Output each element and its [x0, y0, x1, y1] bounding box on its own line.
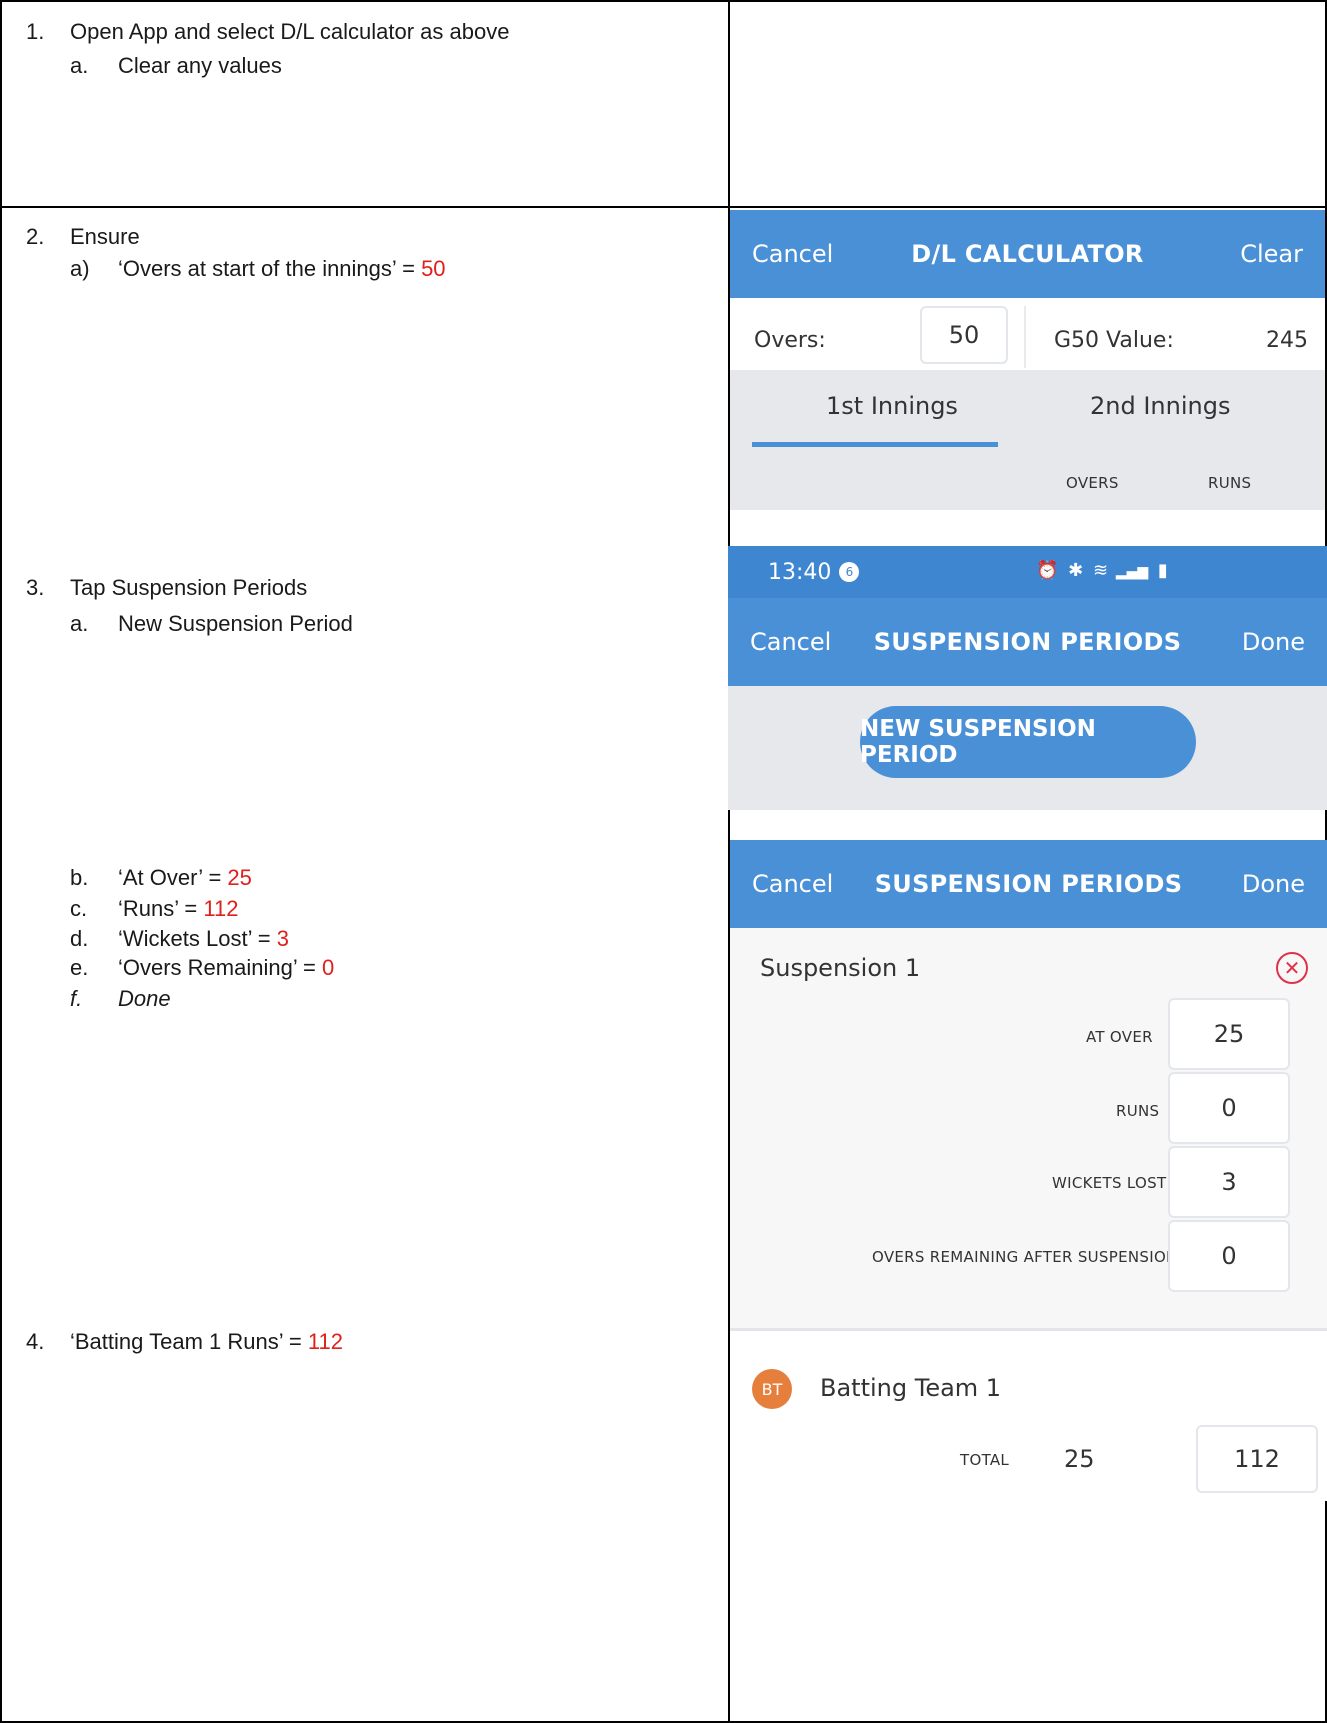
column-runs-label: RUNS — [1208, 474, 1252, 492]
step-2-number: 2. — [26, 224, 45, 249]
step-3f-text: Done — [118, 986, 171, 1011]
total-overs-value: 25 — [1064, 1445, 1095, 1473]
step-3-text: Tap Suspension Periods — [70, 575, 308, 600]
active-tab-indicator — [752, 442, 998, 447]
step-3e-value: 0 — [321, 955, 335, 980]
tab-2nd-innings[interactable]: 2nd Innings — [1090, 392, 1230, 420]
suspension-detail-header: Cancel SUSPENSION PERIODS Done — [730, 840, 1327, 928]
step-3c-letter: c. — [70, 896, 88, 921]
step-3a-text: New Suspension Period — [118, 611, 353, 636]
bluetooth-icon: ✱ — [1068, 560, 1084, 581]
step-2a-text: ‘Overs at start of the innings’ = 50 — [118, 256, 446, 281]
suspension-list-header: Cancel SUSPENSION PERIODS Done — [728, 598, 1327, 686]
new-suspension-period-button[interactable]: NEW SUSPENSION PERIOD — [860, 706, 1196, 778]
wickets-lost-label: WICKETS LOST — [1052, 1174, 1167, 1192]
step-2a-value: 50 — [421, 256, 446, 281]
table-border-left — [0, 0, 2, 1723]
tab-1st-innings[interactable]: 1st Innings — [826, 392, 958, 420]
status-bar: 13:40 6 ⏰ ✱ ≋ ▂▄▆ ▮ — [728, 546, 1327, 598]
step-3c-text: ‘Runs’ = 112 — [118, 896, 239, 921]
remove-suspension-icon[interactable]: ✕ — [1276, 952, 1308, 984]
runs-label: RUNS — [1116, 1102, 1160, 1120]
step-3-number: 3. — [26, 575, 45, 600]
page-title: D/L CALCULATOR — [911, 240, 1144, 268]
g50-value: 245 — [1266, 328, 1308, 353]
step-4-number: 4. — [26, 1329, 45, 1354]
at-over-label: AT OVER — [1086, 1028, 1153, 1046]
page-title: SUSPENSION PERIODS — [874, 870, 1183, 898]
step-2a-letter: a) — [70, 256, 90, 281]
table-border-top — [0, 0, 1327, 2]
status-icons: ⏰ ✱ ≋ ▂▄▆ ▮ — [1036, 560, 1168, 581]
step-3e-letter: e. — [70, 955, 89, 980]
overs-divider — [1024, 306, 1026, 368]
step-3d-letter: d. — [70, 926, 89, 951]
step-4-text: ‘Batting Team 1 Runs’ = 112 — [70, 1329, 343, 1354]
clear-button[interactable]: Clear — [1240, 210, 1303, 298]
step-3d-text: ‘Wickets Lost’ = 3 — [118, 926, 289, 951]
overs-remaining-input[interactable]: 0 — [1168, 1220, 1290, 1292]
batting-team-avatar: BT — [752, 1369, 792, 1409]
batting-total-screenshot: TOTAL 25 112 — [730, 1423, 1327, 1501]
step-3d-value: 3 — [276, 926, 289, 951]
batting-team-name: Batting Team 1 — [820, 1374, 1002, 1402]
suspension-list-screenshot: 13:40 6 ⏰ ✱ ≋ ▂▄▆ ▮ Cancel SUSPENSION PE… — [728, 546, 1327, 810]
dl-calculator-header: Cancel D/L CALCULATOR Clear — [730, 210, 1325, 298]
overs-remaining-label: OVERS REMAINING AFTER SUSPENSION — [872, 1248, 1178, 1266]
signal-icon: ▂▄▆ — [1115, 564, 1149, 580]
step-3a-letter: a. — [70, 611, 89, 636]
step-3e-text: ‘Overs Remaining’ = 0 — [118, 955, 335, 980]
step-1a-text: Clear any values — [118, 53, 282, 78]
overs-label: Overs: — [754, 328, 826, 353]
done-button[interactable]: Done — [1242, 598, 1305, 686]
step-2-text: Ensure — [70, 224, 140, 249]
runs-input[interactable]: 0 — [1168, 1072, 1290, 1144]
alarm-icon: ⏰ — [1036, 560, 1059, 581]
battery-icon: ▮ — [1157, 560, 1168, 581]
wickets-lost-input[interactable]: 3 — [1168, 1146, 1290, 1218]
page-title: SUSPENSION PERIODS — [873, 628, 1182, 656]
column-overs-label: OVERS — [1066, 474, 1119, 492]
wifi-icon: ≋ — [1092, 560, 1109, 581]
step-1-text: Open App and select D/L calculator as ab… — [70, 19, 510, 44]
total-label: TOTAL — [960, 1451, 1010, 1469]
step-3f-letter: f. — [70, 986, 83, 1011]
notification-badge-icon: 6 — [839, 562, 860, 582]
total-runs-input[interactable]: 112 — [1196, 1425, 1318, 1493]
suspension-detail-screenshot: Cancel SUSPENSION PERIODS Done Suspensio… — [730, 840, 1327, 1423]
step-3b-text: ‘At Over’ = 25 — [118, 865, 252, 890]
step-1a-letter: a. — [70, 53, 89, 78]
step-3b-value: 25 — [227, 865, 252, 890]
dl-calculator-screenshot: Cancel D/L CALCULATOR Clear Overs: 50 G5… — [730, 210, 1325, 510]
done-button[interactable]: Done — [1242, 840, 1305, 928]
status-time: 13:40 6 — [768, 546, 860, 598]
suspension-name: Suspension 1 — [760, 954, 921, 982]
at-over-input[interactable]: 25 — [1168, 998, 1290, 1070]
overs-input[interactable]: 50 — [920, 306, 1008, 364]
step-3b-letter: b. — [70, 865, 89, 890]
step-4-value: 112 — [307, 1329, 343, 1354]
step-1-number: 1. — [26, 19, 45, 44]
table-row-divider — [0, 206, 1327, 208]
g50-label: G50 Value: — [1054, 328, 1174, 353]
step-3c-value: 112 — [203, 896, 239, 921]
